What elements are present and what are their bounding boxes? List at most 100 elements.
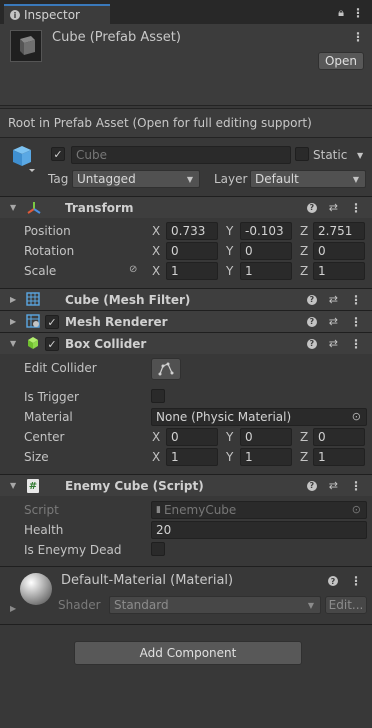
tab-inspector[interactable]: i Inspector: [4, 4, 110, 24]
component-tools: ? ⇄ ⋮: [306, 337, 362, 351]
position-y-field[interactable]: -0.103: [240, 222, 292, 240]
active-checkbox[interactable]: ✓: [51, 147, 65, 161]
box-collider-enabled-checkbox[interactable]: ✓: [45, 337, 59, 351]
transform-row-label: Position: [24, 224, 71, 238]
material-title: Default-Material (Material): [61, 573, 234, 588]
header-menu-icon[interactable]: ⋮: [352, 30, 364, 44]
axis-z-label: Z: [300, 244, 309, 258]
presets-icon[interactable]: ⇄: [329, 315, 338, 328]
script-file-icon: ▮: [156, 505, 161, 515]
rotation-x-field[interactable]: 0: [166, 242, 218, 260]
transform-row-label: Rotation: [24, 244, 75, 258]
mesh-renderer-header[interactable]: ▶ ✓ Mesh Renderer ? ⇄ ⋮: [0, 310, 372, 332]
constrain-proportions-icon[interactable]: ⊘: [129, 264, 137, 275]
help-icon[interactable]: ?: [306, 202, 317, 213]
center-z-field[interactable]: 0: [313, 428, 365, 446]
foldout-icon[interactable]: ▶: [10, 604, 16, 613]
object-picker-icon: ⊙: [351, 503, 361, 516]
shader-dropdown[interactable]: Standard ▼: [109, 596, 321, 614]
mesh-filter-header[interactable]: ▶ Cube (Mesh Filter) ? ⇄ ⋮: [0, 288, 372, 310]
axis-x-label: X: [152, 244, 161, 258]
layer-label: Layer: [214, 172, 248, 186]
is-enemy-dead-checkbox[interactable]: [151, 542, 165, 556]
tab-label: Inspector: [24, 8, 80, 22]
foldout-icon[interactable]: ▶: [10, 317, 16, 326]
component-menu-icon[interactable]: ⋮: [350, 479, 362, 493]
health-field[interactable]: 20: [151, 521, 367, 539]
transform-row-label: Scale: [24, 264, 57, 278]
object-name-field[interactable]: Cube: [71, 146, 291, 164]
center-x-field[interactable]: 0: [166, 428, 218, 446]
component-title: Mesh Renderer: [65, 314, 168, 329]
static-label: Static: [313, 148, 348, 162]
axis-x-label: X: [152, 264, 161, 278]
material-preview-sphere: [20, 573, 52, 605]
mesh-renderer-enabled-checkbox[interactable]: ✓: [45, 315, 59, 329]
chevron-down-icon: ▼: [352, 174, 359, 184]
component-menu-icon[interactable]: ⋮: [350, 315, 362, 329]
help-icon[interactable]: ?: [306, 294, 317, 305]
rotation-z-field[interactable]: 0: [313, 242, 365, 260]
presets-icon[interactable]: ⇄: [329, 337, 338, 350]
foldout-icon[interactable]: ▼: [10, 203, 16, 212]
transform-icon: [26, 200, 42, 219]
rotation-y-field[interactable]: 0: [240, 242, 292, 260]
help-icon[interactable]: ?: [306, 316, 317, 327]
box-collider-header[interactable]: ▼ ✓ Box Collider ? ⇄ ⋮: [0, 332, 372, 354]
help-icon[interactable]: ?: [328, 576, 338, 586]
position-z-field[interactable]: 2.751: [313, 222, 365, 240]
physic-material-field[interactable]: None (Physic Material) ⊙: [151, 408, 367, 426]
shader-value: Standard: [114, 598, 169, 612]
help-icon[interactable]: ?: [306, 480, 317, 491]
window-menu-icon[interactable]: ⋮: [352, 6, 364, 20]
size-y-field[interactable]: 1: [240, 448, 292, 466]
is-trigger-checkbox[interactable]: [151, 389, 165, 403]
presets-icon[interactable]: ⇄: [329, 293, 338, 306]
component-title: Enemy Cube (Script): [65, 478, 204, 493]
center-label: Center: [24, 430, 65, 444]
component-menu-icon[interactable]: ⋮: [350, 574, 362, 588]
prefab-title: Cube (Prefab Asset): [52, 30, 181, 45]
script-field: ▮ EnemyCube ⊙: [151, 501, 367, 519]
transform-header[interactable]: ▼ Transform ? ⇄ ⋮: [0, 196, 372, 218]
physic-material-value: None (Physic Material): [156, 410, 292, 424]
foldout-icon[interactable]: ▼: [10, 481, 16, 490]
position-x-field[interactable]: 0.733: [166, 222, 218, 240]
component-menu-icon[interactable]: ⋮: [350, 337, 362, 351]
component-menu-icon[interactable]: ⋮: [350, 201, 362, 215]
shader-label: Shader: [58, 598, 101, 612]
layer-dropdown[interactable]: Default ▼: [250, 170, 366, 188]
is-trigger-label: Is Trigger: [24, 390, 79, 404]
component-title: Cube (Mesh Filter): [65, 292, 191, 307]
gameobject-icon[interactable]: [10, 144, 36, 174]
tag-value: Untagged: [77, 172, 136, 186]
axis-y-label: Y: [226, 224, 234, 238]
presets-icon[interactable]: ⇄: [329, 201, 338, 214]
add-component-button[interactable]: Add Component: [74, 641, 302, 665]
static-checkbox[interactable]: [295, 147, 309, 161]
open-prefab-button[interactable]: Open: [318, 52, 364, 70]
size-z-field[interactable]: 1: [313, 448, 365, 466]
enemy-cube-header[interactable]: ▼ # Enemy Cube (Script) ? ⇄ ⋮: [0, 474, 372, 496]
size-x-field[interactable]: 1: [166, 448, 218, 466]
axis-y-label: Y: [226, 264, 234, 278]
help-icon[interactable]: ?: [306, 338, 317, 349]
edit-shader-button[interactable]: Edit...: [325, 596, 367, 614]
material-tools: ? ⋮: [328, 574, 362, 588]
object-picker-icon[interactable]: ⊙: [352, 410, 361, 423]
presets-icon[interactable]: ⇄: [329, 479, 338, 492]
root-notice: Root in Prefab Asset (Open for full edit…: [0, 108, 372, 138]
scale-y-field[interactable]: 1: [240, 262, 292, 280]
lock-icon[interactable]: 🔒︎: [338, 6, 344, 20]
static-dropdown-icon[interactable]: ▼: [357, 151, 363, 160]
edit-collider-button[interactable]: [151, 358, 181, 380]
scale-x-field[interactable]: 1: [166, 262, 218, 280]
tag-dropdown[interactable]: Untagged ▼: [72, 170, 200, 188]
center-y-field[interactable]: 0: [240, 428, 292, 446]
component-menu-icon[interactable]: ⋮: [350, 293, 362, 307]
foldout-icon[interactable]: ▶: [10, 295, 16, 304]
foldout-icon[interactable]: ▼: [10, 339, 16, 348]
divider: [0, 566, 372, 567]
prefab-cube-icon: [10, 30, 42, 62]
scale-z-field[interactable]: 1: [313, 262, 365, 280]
